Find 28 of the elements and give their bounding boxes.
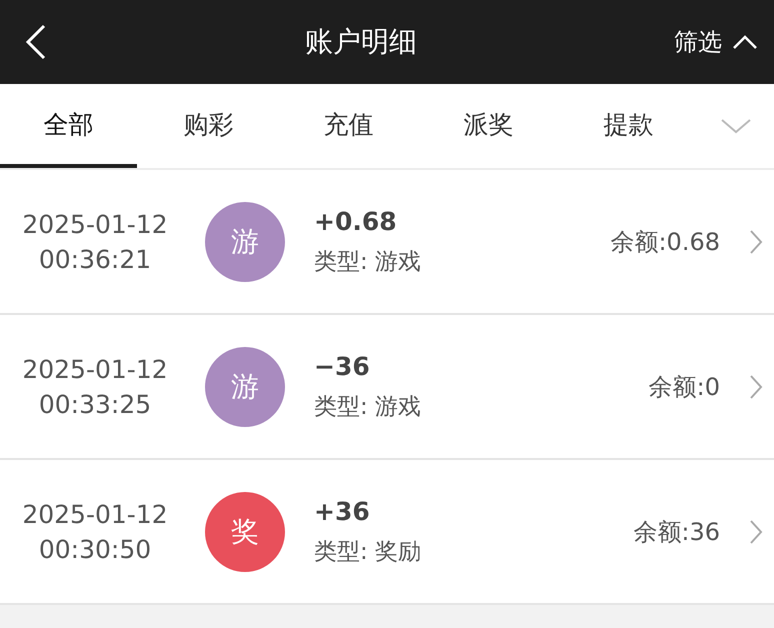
page-title: 账户明细 xyxy=(305,24,417,60)
type-badge: 游 xyxy=(205,202,285,282)
balance-text: 余额:0.68 xyxy=(610,226,720,258)
type-label: 类型: 奖励 xyxy=(314,538,422,566)
chevron-up-icon xyxy=(732,34,758,50)
amount-text: +0.68 xyxy=(314,206,398,236)
record-time: 00:33:25 xyxy=(38,390,152,418)
chevron-right-icon[interactable] xyxy=(748,228,764,256)
record-date: 2025-01-12 xyxy=(22,500,168,528)
record-date: 2025-01-12 xyxy=(22,354,168,384)
type-label: 类型: 游戏 xyxy=(314,392,422,422)
record-time: 00:30:50 xyxy=(38,534,152,564)
category-tab[interactable]: 购彩 xyxy=(140,84,277,168)
amount-text: +36 xyxy=(314,496,371,526)
record-date: 2025-01-12 xyxy=(22,210,168,238)
balance-text: 余额:36 xyxy=(633,516,720,548)
type-badge: 游 xyxy=(205,346,285,426)
record-time: 00:36:21 xyxy=(38,244,152,274)
chevron-right-icon[interactable] xyxy=(748,372,764,400)
category-tab[interactable]: 充值 xyxy=(280,84,417,168)
category-tab[interactable]: 提款 xyxy=(560,84,697,168)
chevron-right-icon[interactable] xyxy=(748,518,764,546)
filter-button[interactable]: 筛选 xyxy=(674,26,758,58)
type-label: 类型: 游戏 xyxy=(314,248,422,276)
category-tab[interactable]: 派奖 xyxy=(420,84,557,168)
balance-text: 余额:0 xyxy=(648,372,720,402)
type-badge: 奖 xyxy=(205,492,285,572)
amount-text: −36 xyxy=(314,352,371,380)
